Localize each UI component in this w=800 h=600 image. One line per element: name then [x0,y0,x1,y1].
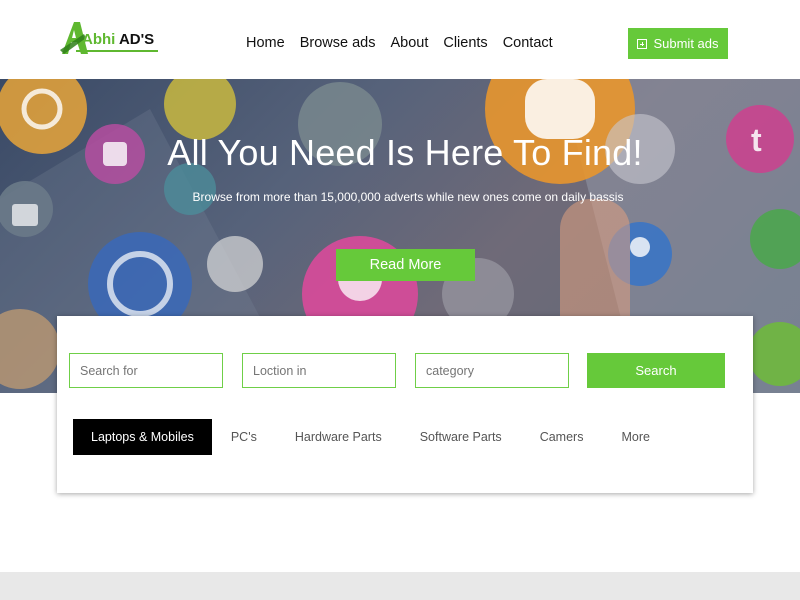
nav-browse-ads[interactable]: Browse ads [300,35,376,51]
logo-text: Abhi AD'S [82,31,154,48]
logo-text-ads: AD'S [118,31,155,48]
plus-square-icon [637,38,648,49]
tab-pcs[interactable]: PC's [231,419,257,455]
category-input[interactable] [415,353,569,388]
site-header: Abhi AD'S Home Browse ads About Clients … [0,0,800,79]
tab-software-parts[interactable]: Software Parts [420,419,502,455]
hero-title: All You Need Is Here To Find! [167,132,643,173]
tab-laptops-mobiles[interactable]: Laptops & Mobiles [73,419,212,455]
search-card: Search Laptops & Mobiles PC's Hardware P… [57,316,753,493]
search-input[interactable] [69,353,223,388]
footer-band [0,572,800,600]
category-tabs: Laptops & Mobiles PC's Hardware Parts So… [73,419,650,455]
submit-ads-label: Submit ads [653,36,719,51]
tab-cameras[interactable]: Camers [540,419,584,455]
search-button[interactable]: Search [587,353,725,388]
tab-more[interactable]: More [621,419,649,455]
tab-hardware-parts[interactable]: Hardware Parts [295,419,382,455]
location-input[interactable] [242,353,396,388]
nav-contact[interactable]: Contact [503,35,553,51]
main-nav: Home Browse ads About Clients Contact [246,35,553,51]
logo[interactable]: Abhi AD'S [60,18,160,56]
nav-home[interactable]: Home [246,35,285,51]
submit-ads-button[interactable]: Submit ads [628,28,728,59]
logo-underline [76,50,158,52]
nav-about[interactable]: About [390,35,428,51]
hero-subtitle: Browse from more than 15,000,000 adverts… [192,190,624,204]
nav-clients[interactable]: Clients [443,35,487,51]
page: Abhi AD'S Home Browse ads About Clients … [0,0,800,600]
read-more-button[interactable]: Read More [336,249,475,281]
logo-text-abhi: Abhi [82,31,116,48]
